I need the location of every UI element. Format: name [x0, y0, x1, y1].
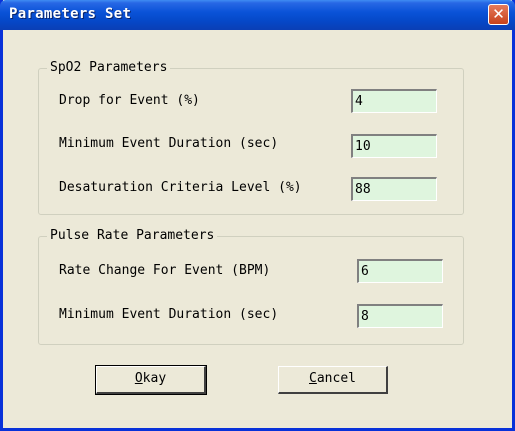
close-icon[interactable]: ✕ — [488, 4, 509, 25]
cancel-mnemonic: C — [309, 371, 317, 386]
desaturation-criteria-input[interactable]: 88 — [351, 177, 437, 201]
rate-change-label: Rate Change For Event (BPM) — [59, 263, 271, 278]
spo2-min-event-duration-label: Minimum Event Duration (sec) — [59, 136, 279, 151]
rate-change-input[interactable]: 6 — [357, 259, 443, 283]
okay-mnemonic: O — [134, 371, 143, 386]
pulse-group-title: Pulse Rate Parameters — [47, 228, 218, 243]
cancel-button[interactable]: Cancel — [278, 366, 388, 394]
pulse-rate-parameters-group: Pulse Rate Parameters Rate Change For Ev… — [38, 228, 464, 345]
spo2-parameters-group: SpO2 Parameters Drop for Event (%) 4 Min… — [38, 60, 464, 215]
okay-label-rest: kay — [142, 371, 167, 386]
spo2-min-event-duration-input[interactable]: 10 — [351, 134, 437, 158]
okay-button[interactable]: Okay — [95, 365, 207, 395]
parameters-set-dialog: Parameters Set ✕ SpO2 Parameters Drop fo… — [0, 0, 515, 431]
title-bar[interactable]: Parameters Set ✕ — [0, 0, 515, 30]
drop-for-event-input[interactable]: 4 — [351, 89, 437, 113]
cancel-label-rest: ancel — [316, 371, 356, 386]
pulse-min-event-duration-input[interactable]: 8 — [357, 304, 443, 328]
desaturation-criteria-label: Desaturation Criteria Level (%) — [59, 180, 302, 195]
pulse-min-event-duration-label: Minimum Event Duration (sec) — [59, 307, 279, 322]
drop-for-event-label: Drop for Event (%) — [59, 93, 200, 108]
window-title: Parameters Set — [9, 6, 132, 22]
spo2-group-title: SpO2 Parameters — [47, 60, 171, 75]
